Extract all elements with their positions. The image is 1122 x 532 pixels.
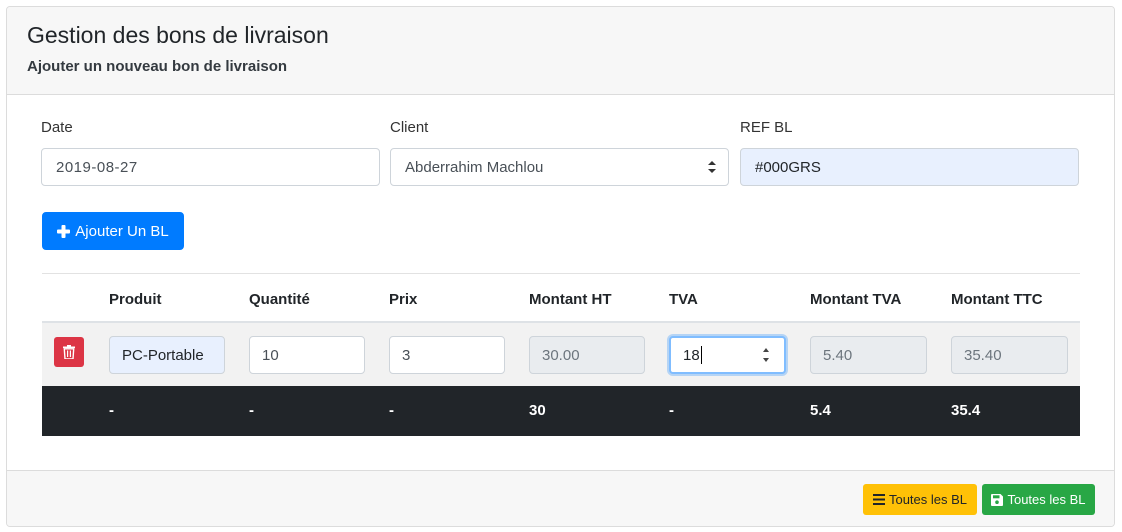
col-prix: Prix: [389, 291, 418, 308]
quantite-value: 10: [262, 346, 279, 364]
col-produit: Produit: [109, 291, 162, 308]
col-quantite: Quantité: [249, 291, 310, 308]
save-bl-button[interactable]: Toutes les BL: [982, 484, 1095, 515]
page-title: Gestion des bons de livraison: [27, 22, 329, 48]
products-table: Produit Quantité Prix Montant HT TVA Mon…: [42, 274, 1080, 436]
client-label: Client: [390, 119, 429, 136]
produit-value: PC-Portable: [122, 346, 204, 364]
montant-ttc-value: 35.40: [964, 346, 1002, 364]
col-montant-ht: Montant HT: [529, 291, 612, 308]
delivery-notes-card: Gestion des bons de livraison Ajouter un…: [6, 6, 1115, 527]
montant-tva-input: 5.40: [810, 336, 927, 374]
total-prix: -: [389, 402, 394, 419]
form-row: Date 2019-08-27 Client Abderrahim Machlo…: [41, 119, 1081, 199]
ref-field[interactable]: #000GRS: [740, 148, 1079, 186]
ref-value: #000GRS: [755, 158, 821, 176]
card-header: Gestion des bons de livraison Ajouter un…: [7, 7, 1114, 95]
client-group: Client Abderrahim Machlou: [390, 119, 729, 186]
total-quantite: -: [249, 402, 254, 419]
bars-icon: [872, 494, 885, 505]
montant-tva-value: 5.40: [823, 346, 853, 364]
plus-icon: [57, 224, 71, 238]
list-all-bl-button[interactable]: Toutes les BL: [863, 484, 977, 515]
page-subtitle: Ajouter un nouveau bon de livraison: [27, 58, 288, 75]
save-icon: [991, 493, 1004, 506]
text-caret: [700, 346, 702, 364]
delete-row-button[interactable]: [54, 337, 84, 367]
total-produit: -: [109, 402, 114, 419]
date-field[interactable]: 2019-08-27: [41, 148, 380, 186]
montant-ht-input: 30.00: [529, 336, 645, 374]
total-montant-ht: 30: [529, 402, 546, 419]
col-montant-ttc: Montant TTC: [951, 291, 1043, 308]
prix-value: 3: [402, 346, 411, 364]
client-select[interactable]: Abderrahim Machlou: [390, 148, 729, 186]
date-value: 2019-08-27: [56, 158, 138, 176]
quantite-input[interactable]: 10: [249, 336, 365, 374]
produit-input[interactable]: PC-Portable: [109, 336, 225, 374]
trash-icon: [63, 345, 75, 359]
card-footer: Toutes les BL Toutes les BL: [7, 470, 1114, 526]
ref-group: REF BL #000GRS: [740, 119, 1079, 186]
ref-label: REF BL: [740, 119, 793, 136]
total-montant-ttc: 35.4: [951, 402, 981, 419]
save-bl-label: Toutes les BL: [1007, 492, 1086, 507]
select-arrows-icon: [708, 161, 716, 173]
add-bl-button[interactable]: Ajouter Un BL: [42, 212, 184, 250]
tva-input[interactable]: 18: [669, 336, 786, 374]
table-row: PC-Portable 10 3 30.00 18 5.40 35.40: [42, 323, 1080, 386]
col-montant-tva: Montant TVA: [810, 291, 902, 308]
table-header: Produit Quantité Prix Montant HT TVA Mon…: [42, 274, 1080, 323]
montant-ttc-input: 35.40: [951, 336, 1068, 374]
total-tva: -: [669, 402, 674, 419]
tva-value: 18: [683, 346, 700, 364]
date-label: Date: [41, 119, 73, 136]
list-all-bl-label: Toutes les BL: [888, 492, 968, 507]
date-group: Date 2019-08-27: [41, 119, 380, 186]
totals-row: - - - 30 - 5.4 35.4: [42, 386, 1080, 436]
client-value: Abderrahim Machlou: [405, 158, 544, 176]
col-tva: TVA: [669, 291, 698, 308]
montant-ht-value: 30.00: [542, 346, 580, 364]
number-spinner-icon[interactable]: [760, 344, 772, 366]
total-montant-tva: 5.4: [810, 402, 831, 419]
add-bl-label: Ajouter Un BL: [75, 222, 169, 240]
prix-input[interactable]: 3: [389, 336, 505, 374]
